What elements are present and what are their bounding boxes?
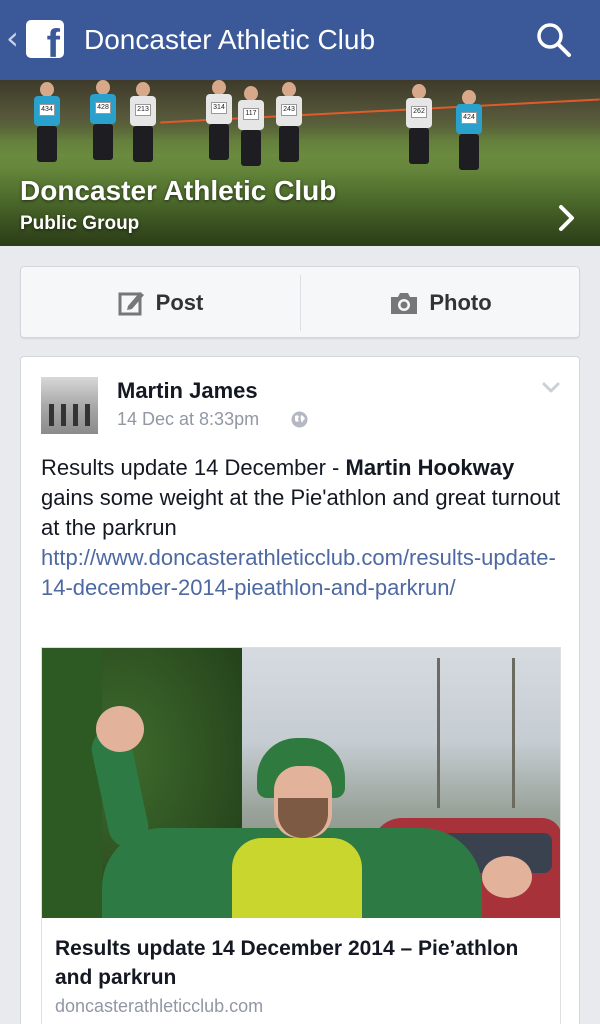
bib-number: 424 bbox=[461, 112, 477, 124]
post-button[interactable]: Post bbox=[21, 267, 300, 339]
bib-number: 117 bbox=[243, 108, 259, 120]
bib-number: 262 bbox=[411, 106, 427, 118]
post-button-label: Post bbox=[155, 290, 204, 315]
bib-number: 434 bbox=[39, 104, 55, 116]
photo-button-label: Photo bbox=[429, 290, 492, 315]
caret-down-icon[interactable] bbox=[541, 381, 561, 395]
bib-number: 243 bbox=[281, 104, 297, 116]
edit-post-icon bbox=[118, 292, 144, 316]
back-chevron-icon[interactable]: ‹ bbox=[6, 22, 19, 54]
globe-icon bbox=[291, 411, 308, 428]
post-text-prefix: Results update 14 December - bbox=[41, 455, 346, 480]
camera-icon bbox=[391, 293, 418, 314]
post-link[interactable]: http://www.doncasterathleticclub.com/res… bbox=[41, 545, 556, 600]
bib-number: 314 bbox=[211, 102, 227, 114]
post-timestamp[interactable]: 14 Dec at 8:33pm bbox=[117, 407, 259, 431]
facebook-logo-icon[interactable]: f bbox=[26, 20, 64, 58]
avatar[interactable] bbox=[41, 377, 98, 434]
tagged-name[interactable]: Martin Hookway bbox=[346, 455, 515, 480]
feed-post: Martin James 14 Dec at 8:33pm Results up… bbox=[20, 356, 580, 1024]
link-preview-image bbox=[42, 648, 560, 918]
post-text-suffix: gains some weight at the Pie'athlon and … bbox=[41, 485, 561, 540]
chevron-right-icon[interactable] bbox=[558, 204, 576, 232]
post-body: Results update 14 December - Martin Hook… bbox=[41, 453, 561, 603]
link-preview-domain: doncasterathleticclub.com bbox=[55, 996, 264, 1016]
group-type: Public Group bbox=[20, 213, 140, 234]
top-bar: ‹ f Doncaster Athletic Club bbox=[0, 0, 600, 80]
photo-button[interactable]: Photo bbox=[301, 267, 580, 339]
bib-number: 428 bbox=[95, 102, 111, 114]
link-preview-title: Results update 14 December 2014 – Pie’at… bbox=[55, 937, 519, 989]
post-author[interactable]: Martin James bbox=[117, 377, 258, 405]
search-icon[interactable] bbox=[534, 20, 574, 60]
link-preview[interactable]: Results update 14 December 2014 – Pie’at… bbox=[41, 647, 561, 1024]
group-name[interactable]: Doncaster Athletic Club bbox=[20, 174, 336, 208]
composer-bar: Post Photo bbox=[20, 266, 580, 338]
group-cover[interactable]: 434 428 213 314 117 243 262 424 Doncaste… bbox=[0, 80, 600, 246]
page-title: Doncaster Athletic Club bbox=[84, 24, 376, 55]
bib-number: 213 bbox=[135, 104, 151, 116]
